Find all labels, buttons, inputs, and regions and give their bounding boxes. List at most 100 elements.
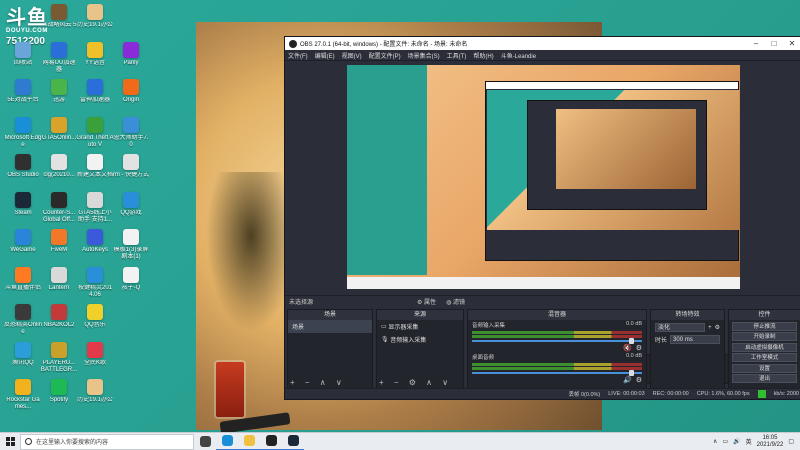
volume-icon[interactable]: 🔊 [733,438,740,445]
menu-item[interactable]: 视图(V) [342,51,362,60]
scene-item[interactable]: 场景 [288,320,372,333]
desktop-icon[interactable]: 新建文本文档 [76,152,114,192]
desktop-icon[interactable]: 全民K歌 [76,340,114,380]
desktop-icon[interactable]: clg(20210... [40,152,78,192]
app-icon [87,4,103,20]
stop-streaming-button[interactable]: 停止推流 [732,321,797,331]
desktop-icon[interactable]: 网易UU加速器 [40,40,78,80]
notification-icon[interactable]: ▢ [788,438,794,445]
ime-indicator[interactable]: 英 [746,437,752,446]
task-view-icon [199,436,211,447]
volume-fader[interactable] [472,370,642,376]
taskbar-explorer-icon[interactable] [238,433,260,450]
desktop-icon[interactable]: 迅游 [40,77,78,117]
mixer-dock: 混音器 音频输入采集 0.0 dB 🔇 ⚙ 桌面音频 0.0 dB 🔊 ⚙ [467,309,647,389]
sources-toolbar[interactable]: + − ⚙ ∧ ∨ [379,378,452,387]
edge-icon [221,435,233,446]
steam-icon [287,435,299,446]
source-item-audio[interactable]: 🎙 音频输入采集 [377,333,463,346]
app-icon [51,191,67,208]
menu-item[interactable]: 斗鱼-Leandie [501,51,536,60]
desktop-icon[interactable]: 历史19.1办公 [76,2,114,42]
desktop-icon[interactable]: QQ音乐 [76,302,114,342]
taskbar-steam-icon[interactable] [282,433,304,450]
menu-item[interactable]: 场景集合(S) [408,51,440,60]
obs-preview[interactable] [347,65,740,384]
muted-speaker-icon[interactable]: 🔇 [623,344,632,352]
app-icon [87,191,103,208]
desktop-icon[interactable]: rm - 快捷方式 [112,152,150,192]
add-transition-icon[interactable]: + [708,325,712,331]
desktop-icon[interactable]: 《战略风云 5 [40,2,78,42]
start-button[interactable] [0,433,20,450]
close-icon[interactable]: ✕ [783,39,800,48]
scenes-toolbar[interactable]: + − ∧ ∨ [290,378,346,387]
desktop-icon[interactable]: GTA5Onlin... [40,115,78,155]
gear-icon[interactable]: ⚙ [715,324,720,331]
desktop-icon[interactable]: AutoKeys [76,227,114,267]
desktop-icon[interactable]: Grand Theft Auto V [76,115,114,155]
taskbar-obs-icon[interactable] [260,433,282,450]
volume-fader[interactable] [472,338,642,344]
taskbar-task-view-icon[interactable] [194,433,216,450]
desktop-icon[interactable]: OBS Studio [4,152,42,192]
taskbar-edge-icon[interactable] [216,433,238,450]
maximize-icon[interactable]: □ [765,39,783,48]
gear-icon[interactable]: ⚙ [636,376,642,384]
desktop-icon[interactable]: 斗鱼直播伴侣 [4,265,42,305]
gear-icon[interactable]: ⚙ [636,344,642,352]
menu-item[interactable]: 工具(T) [447,51,467,60]
desktop-icon[interactable]: 历史19.1办公 [76,377,114,417]
fader-knob[interactable] [629,338,634,344]
desktop-icon[interactable]: Parily [112,40,150,80]
taskbar-search[interactable]: 在这里输入你要搜索的内容 [20,433,194,450]
properties-button[interactable]: ⚙ 属性 [417,297,436,306]
desktop-icon[interactable]: WeGame [4,227,42,267]
desktop-icon[interactable]: 腾讯QQ [4,340,42,380]
desktop-icon[interactable]: 模板1(3)录屏剧本(1) [112,227,150,267]
menu-item[interactable]: 编辑(E) [315,51,335,60]
exit-button[interactable]: 退出 [732,374,797,383]
virtual-camera-button[interactable]: 启动虚拟摄像机 [732,342,797,352]
fader-knob[interactable] [629,370,634,376]
minimize-icon[interactable]: – [747,39,765,48]
desktop-icon-label: 历史19.1办公 [77,397,113,403]
desktop-icon-label: Steam [14,209,32,216]
duration-input[interactable]: 300 ms [670,335,720,344]
network-icon[interactable]: ▭ [722,438,728,445]
desktop-icon[interactable]: 孩子-Q [112,265,150,305]
desktop-icon[interactable]: Steam [4,190,42,230]
desktop-icon[interactable]: YY语音 [76,40,114,80]
desktop-icon[interactable]: FiveM [40,227,78,267]
desktop-icon[interactable]: 回收站 [4,40,42,80]
desktop-icon[interactable]: 5E对战平台 [4,77,42,117]
menu-item[interactable]: 配置文件(P) [369,51,401,60]
desktop-icon[interactable]: Counter-S... Global Off... [40,190,78,230]
start-recording-button[interactable]: 开始录制 [732,332,797,341]
desktop-icon[interactable]: Origin [112,77,150,117]
speaker-icon[interactable]: 🔊 [623,376,632,384]
desktop-icon[interactable]: Rockstar Games... [4,377,42,417]
filters-button[interactable]: ◍ 滤镜 [446,297,465,306]
settings-button[interactable]: 设置 [732,363,797,373]
transition-select[interactable]: 淡化 [655,323,706,332]
menu-item[interactable]: 文件(F) [288,51,308,60]
desktop-icon[interactable]: Lantern [40,265,78,305]
desktop-icon[interactable]: 鲁大师助手7.0 [112,115,150,155]
studio-mode-button[interactable]: 工作室模式 [732,353,797,362]
desktop-icon[interactable]: GTA5线上小助手 支持1... [76,190,114,230]
desktop-icon[interactable]: QQ游戏 [112,190,150,230]
desktop-icon[interactable]: 按键精灵2014.06 [76,265,114,305]
clock[interactable]: 16:05 2021/9/22 [757,435,784,449]
desktop-icon[interactable]: NBA2KOL2 [40,302,78,342]
desktop-icon[interactable]: PLAYERU... BATTLEGR... [40,340,78,380]
source-item-display[interactable]: ▭ 显示器采集 [377,320,463,333]
menu-item[interactable]: 帮助(H) [473,51,493,60]
tray-chevron-icon[interactable]: ∧ [713,438,717,445]
desktop-icon[interactable]: Microsoft Edge [4,115,42,155]
obs-window[interactable]: OBS 27.0.1 (64-bit, windows) - 配置文件: 未命名… [284,36,800,400]
desktop-icon[interactable]: 雷神加速器 [76,77,114,117]
desktop-icon[interactable]: Spotify [40,377,78,417]
desktop-icon[interactable]: 反恐精英Online [4,302,42,342]
obs-titlebar[interactable]: OBS 27.0.1 (64-bit, windows) - 配置文件: 未命名… [285,37,800,50]
